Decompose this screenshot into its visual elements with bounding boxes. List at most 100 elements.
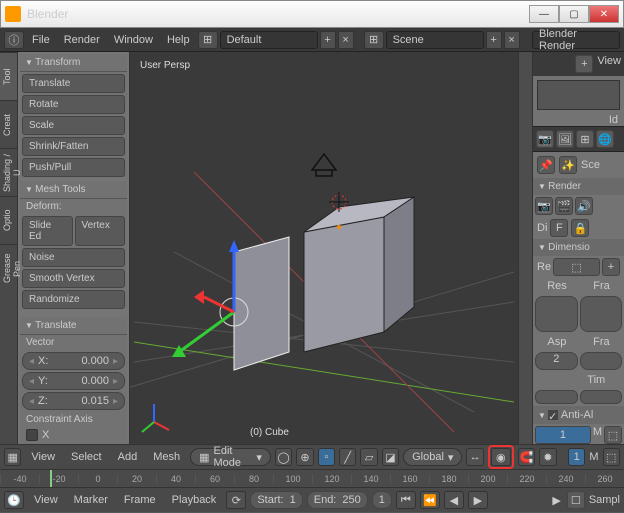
- tab-shading[interactable]: Shading / U: [0, 148, 17, 196]
- render-preview-icon[interactable]: ✹: [539, 448, 556, 466]
- tl-frame-menu[interactable]: Frame: [118, 492, 162, 508]
- editor-type-timeline-icon[interactable]: 🕒: [4, 491, 24, 509]
- pushpull-button[interactable]: Push/Pull: [22, 158, 125, 177]
- translate-button[interactable]: Translate: [22, 74, 125, 93]
- select-menu[interactable]: Select: [65, 449, 108, 465]
- edge-select-icon[interactable]: ╱: [339, 448, 356, 466]
- vector-z-input[interactable]: Z:0.015: [22, 392, 125, 410]
- limit-selection-icon[interactable]: ◪: [382, 448, 399, 466]
- scene-icon[interactable]: ✨: [559, 156, 577, 174]
- face-select-icon[interactable]: ▱: [360, 448, 377, 466]
- render-engine-dropdown[interactable]: Blender Render: [532, 31, 620, 49]
- resolution-input[interactable]: [535, 296, 578, 332]
- randomize-button[interactable]: Randomize: [22, 290, 125, 309]
- render-panel-header[interactable]: Render: [533, 178, 624, 195]
- scene-add-button[interactable]: +: [486, 31, 502, 49]
- plus-icon[interactable]: +: [575, 55, 593, 73]
- play-icon[interactable]: ▶: [468, 491, 488, 509]
- slide-edge-button[interactable]: Slide Ed: [22, 216, 73, 246]
- editor-type-icon[interactable]: ⓘ: [4, 31, 24, 49]
- vertex-button[interactable]: Vertex: [75, 216, 126, 246]
- pivot-dropdown[interactable]: ⊕: [296, 448, 313, 466]
- aa-samples-button[interactable]: 1: [535, 426, 591, 444]
- transform-panel-header[interactable]: Transform: [20, 54, 127, 72]
- mesh-menu[interactable]: Mesh: [147, 449, 186, 465]
- rotate-button[interactable]: Rotate: [22, 95, 125, 114]
- display-mode-dropdown[interactable]: F: [550, 219, 568, 237]
- jump-start-icon[interactable]: ⏮: [396, 491, 416, 509]
- constraint-y-checkbox[interactable]: Y: [20, 443, 127, 444]
- playhead[interactable]: [50, 470, 52, 487]
- scene-browse-icon[interactable]: ⊞: [364, 31, 384, 49]
- vertex-select-icon[interactable]: ▫: [318, 448, 335, 466]
- layout-browse-icon[interactable]: ⊞: [198, 31, 218, 49]
- lock-icon[interactable]: 🔒: [571, 219, 589, 237]
- layout-remove-button[interactable]: ×: [338, 31, 354, 49]
- dimensions-panel-header[interactable]: Dimensio: [533, 239, 624, 256]
- antialias-panel-header[interactable]: ✓ Anti-Al: [533, 406, 624, 424]
- preset-add-button[interactable]: +: [602, 258, 620, 276]
- render-anim-button[interactable]: 🎬: [555, 197, 573, 215]
- samples-1-button[interactable]: 1: [568, 448, 585, 466]
- border-toggle[interactable]: [535, 390, 578, 404]
- end-frame-input[interactable]: End:250: [307, 491, 368, 509]
- vector-y-input[interactable]: Y:0.000: [22, 372, 125, 390]
- layout-add-button[interactable]: +: [320, 31, 336, 49]
- render-audio-button[interactable]: 🔊: [575, 197, 593, 215]
- scale-button[interactable]: Scale: [22, 116, 125, 135]
- context-world-icon[interactable]: 🌐: [596, 130, 614, 148]
- tl-view-menu[interactable]: View: [28, 492, 64, 508]
- shrink-button[interactable]: Shrink/Fatten: [22, 137, 125, 156]
- screen-layout-dropdown[interactable]: Default: [220, 31, 318, 49]
- proportional-edit-icon[interactable]: ◉: [491, 448, 511, 466]
- editor-type-3dview-icon[interactable]: ▦: [4, 448, 21, 466]
- scene-remove-button[interactable]: ×: [504, 31, 520, 49]
- samples-dropdown[interactable]: ⬚: [603, 448, 620, 466]
- manipulator-toggle-icon[interactable]: ↔: [466, 448, 483, 466]
- tl-playback-menu[interactable]: Playback: [166, 492, 223, 508]
- sampling-toggle[interactable]: ☐: [567, 491, 585, 509]
- fps-input[interactable]: [580, 390, 623, 404]
- operator-panel-header[interactable]: Translate: [20, 317, 127, 335]
- smooth-vertex-button[interactable]: Smooth Vertex: [22, 269, 125, 288]
- menu-window[interactable]: Window: [108, 32, 159, 48]
- menu-help[interactable]: Help: [161, 32, 196, 48]
- close-button[interactable]: ✕: [589, 5, 619, 23]
- maximize-button[interactable]: ▢: [559, 5, 589, 23]
- tab-create[interactable]: Creat: [0, 100, 17, 148]
- preset-dropdown[interactable]: ⬚: [553, 258, 600, 276]
- aa-mode-dropdown[interactable]: ⬚: [604, 426, 622, 444]
- vector-x-input[interactable]: X:0.000: [22, 352, 125, 370]
- context-layers-icon[interactable]: 🖼: [556, 130, 574, 148]
- render-image-button[interactable]: 📷: [535, 197, 553, 215]
- menu-file[interactable]: File: [26, 32, 56, 48]
- tl-marker-menu[interactable]: Marker: [68, 492, 114, 508]
- meshtools-panel-header[interactable]: Mesh Tools: [20, 181, 127, 199]
- tab-grease[interactable]: Grease Pen: [0, 244, 17, 292]
- snap-icon[interactable]: 🧲: [518, 448, 535, 466]
- orientation-dropdown[interactable]: Global ▾: [403, 448, 462, 466]
- context-scene-icon[interactable]: ⊞: [576, 130, 594, 148]
- shading-dropdown[interactable]: ◯: [275, 448, 292, 466]
- 3d-viewport[interactable]: User Persp (0) Cube: [130, 52, 518, 444]
- add-menu[interactable]: Add: [112, 449, 144, 465]
- aspect-input[interactable]: 2: [535, 352, 578, 370]
- noise-button[interactable]: Noise: [22, 248, 125, 267]
- timeline-ruler[interactable]: -40 -20 0 20 40 60 80 100 120 140 160 18…: [0, 470, 624, 488]
- vertical-scrollbar[interactable]: [518, 52, 532, 444]
- pin-icon[interactable]: 📌: [537, 156, 555, 174]
- constraint-x-checkbox[interactable]: X: [20, 427, 127, 443]
- play-reverse-icon[interactable]: ◀: [444, 491, 464, 509]
- scene-dropdown[interactable]: Scene: [386, 31, 484, 49]
- framestep-input[interactable]: [580, 352, 623, 370]
- tab-tools[interactable]: Tool: [0, 52, 17, 100]
- view-menu[interactable]: View: [25, 449, 61, 465]
- mode-dropdown[interactable]: ▦ Edit Mode ▾: [190, 448, 271, 466]
- framerange-input[interactable]: [580, 296, 623, 332]
- start-frame-input[interactable]: Start:1: [250, 491, 302, 509]
- minimize-button[interactable]: —: [529, 5, 559, 23]
- tab-options[interactable]: Optio: [0, 196, 17, 244]
- menu-render[interactable]: Render: [58, 32, 106, 48]
- current-frame-input[interactable]: 1: [372, 491, 392, 509]
- range-icon[interactable]: ⟳: [226, 491, 246, 509]
